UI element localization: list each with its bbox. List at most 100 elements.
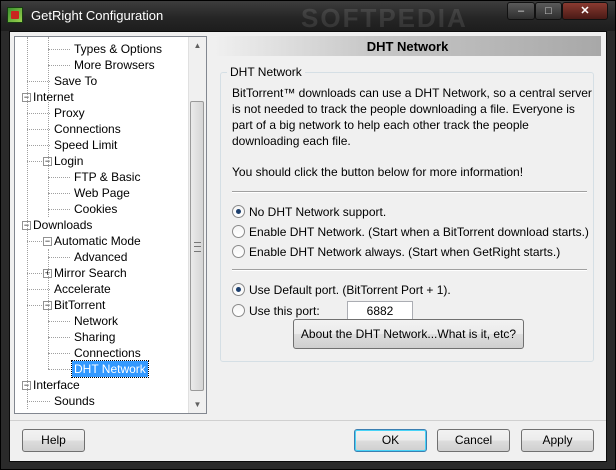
tree-item[interactable]: Cookies: [15, 201, 185, 217]
tree-connector: [27, 113, 50, 114]
about-dht-button[interactable]: About the DHT Network...What is it, etc?: [293, 319, 524, 349]
radio-label: Use this port:: [249, 304, 320, 318]
tree-connector: [48, 177, 70, 178]
help-label: Help: [41, 433, 66, 447]
tree-item[interactable]: Proxy: [15, 105, 185, 121]
tree-connector: [48, 321, 70, 322]
radio-enable-dht[interactable]: Enable DHT Network. (Start when a BitTor…: [232, 224, 589, 240]
tree-connector: [48, 257, 70, 258]
tree-item[interactable]: − Login: [15, 153, 185, 169]
tree-item-label: FTP & Basic: [74, 170, 141, 184]
tree-scrollbar[interactable]: ▲ ▼: [188, 37, 206, 413]
apply-button[interactable]: Apply: [521, 429, 594, 452]
scroll-grip-icon: [194, 242, 201, 252]
radio-enable-dht-always[interactable]: Enable DHT Network always. (Start when G…: [232, 244, 560, 260]
tree-item[interactable]: Sounds: [15, 393, 185, 409]
tree-item[interactable]: − Interface: [15, 377, 185, 393]
minimize-button[interactable]: –: [507, 2, 535, 20]
cancel-button[interactable]: Cancel: [437, 429, 510, 452]
tree-item[interactable]: More Browsers: [15, 57, 185, 73]
tree-item-label: Connections: [54, 122, 121, 136]
title-bar[interactable]: GetRight Configuration SOFTPEDIA – □ ✕: [1, 1, 615, 33]
tree-item-label: Save To: [54, 74, 98, 88]
tree-item[interactable]: Accelerate: [15, 281, 185, 297]
tree-item-label: More Browsers: [74, 58, 155, 72]
radio-label: No DHT Network support.: [249, 205, 387, 219]
tree-item[interactable]: Network: [15, 313, 185, 329]
tree-item-label: Types & Options: [74, 42, 163, 56]
window: GetRight Configuration SOFTPEDIA – □ ✕ T…: [0, 0, 616, 470]
tree-item[interactable]: Connections: [15, 345, 185, 361]
tree-item-label: Mirror Search: [54, 266, 127, 280]
tree-item[interactable]: Web Page: [15, 185, 185, 201]
radio-selected-icon[interactable]: [232, 283, 245, 296]
tree-item[interactable]: DHT Network: [15, 360, 185, 378]
radio-icon[interactable]: [232, 304, 245, 317]
tree-guide: [48, 249, 49, 369]
tree-item-label: Interface: [33, 378, 80, 392]
radio-label: Use Default port. (BitTorrent Port + 1).: [249, 283, 451, 297]
tree-item[interactable]: FTP & Basic: [15, 169, 185, 185]
window-title: GetRight Configuration: [31, 8, 164, 23]
radio-label: Enable DHT Network. (Start when a BitTor…: [249, 225, 589, 239]
tree-item-label: Internet: [33, 90, 74, 104]
dht-description: BitTorrent™ downloads can use a DHT Netw…: [232, 86, 592, 148]
tree-item-label: Web Page: [74, 186, 130, 200]
tree-item[interactable]: Speed Limit: [15, 137, 185, 153]
tree-connector: [48, 369, 70, 370]
tree-item[interactable]: − Internet: [15, 89, 185, 105]
tree-item-label: Sounds: [54, 394, 95, 408]
divider: [232, 269, 587, 271]
tree-item[interactable]: Advanced: [15, 249, 185, 265]
tree-item[interactable]: − Downloads: [15, 217, 185, 233]
settings-tree[interactable]: Types & Options More Browsers Save To − Inte…: [14, 36, 207, 414]
tree-item[interactable]: − Automatic Mode: [15, 233, 185, 249]
footer-divider: [10, 420, 606, 421]
getright-app-icon: [7, 7, 23, 23]
scroll-thumb[interactable]: [190, 101, 204, 391]
tree-connector: [48, 193, 70, 194]
tree-connector: [48, 209, 70, 210]
tree-connector: [48, 337, 70, 338]
radio-selected-icon[interactable]: [232, 205, 245, 218]
panel-header: DHT Network: [214, 36, 601, 56]
tree-connector: [27, 401, 50, 402]
tree-item-label: Connections: [74, 346, 141, 360]
tree-item-label: Cookies: [74, 202, 118, 216]
dialog-client: Types & Options More Browsers Save To − Inte…: [9, 31, 607, 462]
tree-item-label: Sharing: [74, 330, 116, 344]
radio-custom-port[interactable]: Use this port: 6882: [232, 301, 413, 321]
tree-item[interactable]: Save To: [15, 73, 185, 89]
radio-icon[interactable]: [232, 225, 245, 238]
radio-label: Enable DHT Network always. (Start when G…: [249, 245, 561, 259]
watermark: SOFTPEDIA: [301, 3, 468, 33]
tree-guide: [27, 37, 28, 409]
tree-item-label: Downloads: [33, 218, 93, 232]
tree-item[interactable]: Types & Options: [15, 41, 185, 57]
close-button[interactable]: ✕: [562, 2, 608, 20]
collapse-icon[interactable]: −: [43, 237, 52, 246]
help-button[interactable]: Help: [22, 429, 85, 452]
apply-label: Apply: [542, 433, 573, 447]
radio-no-dht[interactable]: No DHT Network support.: [232, 204, 386, 220]
port-input[interactable]: 6882: [347, 301, 413, 321]
scroll-down-arrow-icon[interactable]: ▼: [189, 396, 206, 413]
tree-item-label: DHT Network: [71, 360, 149, 378]
tree-item-label: Automatic Mode: [54, 234, 141, 248]
tree-item-label: Accelerate: [54, 282, 111, 296]
tree-connector: [27, 289, 50, 290]
tree-connector: [27, 81, 50, 82]
maximize-button[interactable]: □: [535, 2, 562, 20]
radio-default-port[interactable]: Use Default port. (BitTorrent Port + 1).: [232, 282, 451, 298]
tree-connector: [48, 49, 70, 50]
radio-icon[interactable]: [232, 245, 245, 258]
ok-button[interactable]: OK: [354, 429, 427, 452]
tree-item[interactable]: Connections: [15, 121, 185, 137]
tree-item[interactable]: + Mirror Search: [15, 265, 185, 281]
tree-item-label: Speed Limit: [54, 138, 118, 152]
tree-item-label: Login: [54, 154, 84, 168]
tree-item[interactable]: − BitTorrent: [15, 297, 185, 313]
group-label: DHT Network: [227, 65, 305, 79]
tree-item[interactable]: Sharing: [15, 329, 185, 345]
scroll-up-arrow-icon[interactable]: ▲: [189, 37, 206, 54]
